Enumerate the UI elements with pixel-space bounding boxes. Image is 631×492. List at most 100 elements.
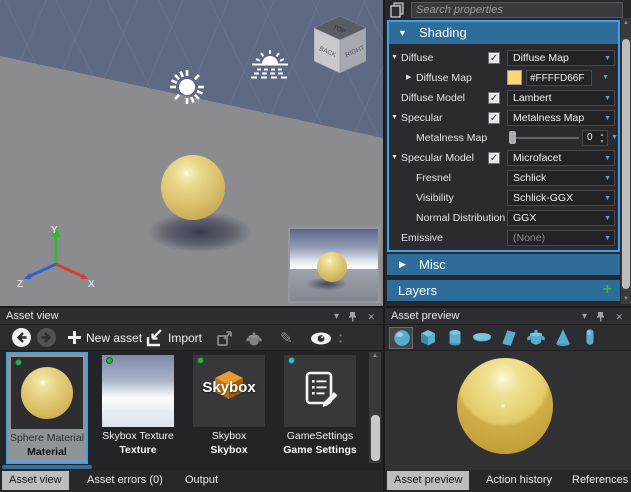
- diffuse-color-swatch[interactable]: [507, 70, 522, 85]
- property-label: Visibility: [416, 188, 454, 208]
- spinner-down-icon[interactable]: ▼: [598, 139, 606, 146]
- metalness-slider-thumb[interactable]: [509, 131, 516, 144]
- chevron-down-icon[interactable]: ▼: [602, 74, 609, 81]
- spinner-up-icon[interactable]: ▲: [598, 132, 606, 139]
- preview-shape-teapot-button[interactable]: [524, 327, 548, 349]
- misc-section-header[interactable]: ▶ Misc: [387, 254, 620, 275]
- asset-view-panel: Asset view ▾ ✕ New asset Import: [0, 308, 383, 492]
- diffuse-color-value-box[interactable]: #FFFFD66F: [526, 70, 592, 86]
- panel-menu-icon[interactable]: ▾: [582, 311, 587, 323]
- skybox-light-gizmo-icon[interactable]: [251, 48, 289, 80]
- panel-menu-icon[interactable]: ▾: [334, 311, 339, 323]
- close-icon[interactable]: ✕: [367, 311, 375, 323]
- property-label: Diffuse Model: [401, 88, 465, 108]
- specular-checkbox[interactable]: ✓: [488, 112, 500, 124]
- skybox-logo-text: Skybox: [193, 379, 265, 396]
- close-icon[interactable]: ✕: [615, 311, 623, 323]
- dropdown-value: Schlick: [513, 172, 546, 185]
- asset-tile-sphere-material[interactable]: Sphere Material Material: [6, 352, 88, 464]
- properties-scrollbar[interactable]: ▲ ▼: [621, 18, 631, 304]
- asset-preview-viewport[interactable]: [385, 351, 631, 470]
- plus-icon[interactable]: [68, 331, 81, 344]
- preview-shape-cube-button[interactable]: [416, 327, 440, 349]
- sun-light-gizmo-icon[interactable]: [167, 67, 207, 107]
- visibility-eye-icon[interactable]: [310, 332, 332, 345]
- tab-output[interactable]: Output: [178, 471, 225, 490]
- property-label: Emissive: [401, 228, 443, 248]
- axis-gizmo[interactable]: Y X Z: [16, 224, 96, 296]
- property-row-diffuse-model: Diffuse Model ✓ Lambert ▼: [389, 88, 618, 108]
- edit-pencil-icon[interactable]: ✎: [280, 329, 293, 347]
- layers-section-header[interactable]: Layers +: [387, 280, 620, 301]
- asset-grid-scrollbar[interactable]: ▲: [369, 352, 381, 463]
- axis-z-label: Z: [17, 279, 23, 290]
- chevron-down-icon: ▼: [604, 155, 611, 162]
- dropdown-value: Schlick-GGX: [513, 192, 573, 205]
- emissive-dropdown[interactable]: (None) ▼: [507, 230, 615, 246]
- preview-shape-cone-button[interactable]: [551, 327, 575, 349]
- preview-shape-sphere-button[interactable]: [389, 327, 413, 349]
- scroll-up-icon[interactable]: ▲: [621, 20, 631, 26]
- scene-sphere-entity[interactable]: [161, 155, 225, 220]
- color-hex-value: #FFFFD66F: [530, 73, 584, 84]
- hscrollbar-thumb[interactable]: [2, 465, 92, 469]
- tab-asset-view[interactable]: Asset view: [2, 471, 69, 490]
- scroll-up-icon[interactable]: ▲: [369, 353, 381, 359]
- chevron-down-icon[interactable]: ▼: [611, 134, 618, 141]
- asset-grid[interactable]: Sphere Material Material Skybox Texture …: [0, 351, 383, 464]
- metalness-value-spinner[interactable]: 0 ▲ ▼: [582, 130, 608, 146]
- expander-right-icon[interactable]: ▶: [406, 68, 416, 88]
- scrollbar-thumb[interactable]: [622, 39, 630, 289]
- asset-tile-skybox[interactable]: Skybox Skybox Skybox: [188, 352, 270, 464]
- scrollbar-thumb[interactable]: [371, 415, 380, 461]
- scroll-down-icon[interactable]: ▼: [621, 296, 631, 302]
- diffuse-model-dropdown[interactable]: Lambert ▼: [507, 90, 615, 106]
- tab-references[interactable]: References: [565, 471, 631, 490]
- expander-down-icon[interactable]: ▼: [391, 108, 401, 128]
- asset-type: Skybox: [188, 444, 270, 456]
- asset-tile-skybox-texture[interactable]: Skybox Texture Texture: [97, 352, 179, 464]
- shading-section-header[interactable]: ▼ Shading: [389, 22, 618, 44]
- property-row-metalness-map: Metalness Map 0 ▲ ▼ ▼: [389, 128, 618, 148]
- collapse-arrow-icon[interactable]: ▼: [398, 28, 407, 38]
- expander-down-icon[interactable]: ▼: [391, 48, 401, 68]
- visibility-dropdown[interactable]: Schlick-GGX ▼: [507, 190, 615, 206]
- diffuse-model-checkbox[interactable]: ✓: [488, 92, 500, 104]
- back-button[interactable]: [12, 328, 31, 347]
- preview-shape-capsule-button[interactable]: [578, 327, 602, 349]
- editor-window: TOP BACK RIGHT Y X Z: [0, 0, 631, 492]
- search-properties-input[interactable]: [411, 2, 623, 18]
- asset-thumbnail: Skybox: [193, 355, 265, 427]
- new-asset-button[interactable]: New asset: [86, 331, 142, 345]
- tab-action-history[interactable]: Action history: [479, 471, 559, 490]
- teapot-icon[interactable]: [244, 331, 264, 346]
- export-selection-icon[interactable]: [216, 329, 234, 347]
- forward-button[interactable]: [37, 328, 56, 347]
- scene-viewport[interactable]: TOP BACK RIGHT Y X Z: [0, 0, 383, 306]
- import-icon[interactable]: [146, 329, 164, 347]
- asset-tile-gamesettings[interactable]: GameSettings Game Settings: [279, 352, 361, 464]
- specular-dropdown[interactable]: Metalness Map ▼: [507, 110, 615, 126]
- collapse-arrow-icon[interactable]: ▶: [399, 259, 406, 270]
- fresnel-dropdown[interactable]: Schlick ▼: [507, 170, 615, 186]
- metalness-slider-track[interactable]: [509, 137, 579, 139]
- toolbar-overflow-grip-icon[interactable]: [338, 334, 343, 343]
- navigation-cube[interactable]: TOP BACK RIGHT: [314, 16, 366, 74]
- pin-icon[interactable]: [348, 312, 357, 322]
- import-button[interactable]: Import: [168, 331, 202, 345]
- expander-down-icon[interactable]: ▼: [391, 148, 401, 168]
- tab-asset-errors[interactable]: Asset errors (0): [80, 471, 170, 490]
- diffuse-checkbox[interactable]: ✓: [488, 52, 500, 64]
- specular-model-checkbox[interactable]: ✓: [488, 152, 500, 164]
- asset-type: Game Settings: [279, 444, 361, 456]
- specular-model-dropdown[interactable]: Microfacet ▼: [507, 150, 615, 166]
- add-layer-button[interactable]: +: [603, 281, 612, 299]
- preview-shape-cylinder-button[interactable]: [443, 327, 467, 349]
- diffuse-dropdown[interactable]: Diffuse Map ▼: [507, 50, 615, 66]
- tab-asset-preview[interactable]: Asset preview: [387, 471, 469, 490]
- pin-icon[interactable]: [596, 312, 605, 322]
- asset-type: Texture: [97, 444, 179, 456]
- preview-shape-disc-button[interactable]: [470, 327, 494, 349]
- normal-distribution-dropdown[interactable]: GGX ▼: [507, 210, 615, 226]
- preview-shape-plane-button[interactable]: [497, 327, 521, 349]
